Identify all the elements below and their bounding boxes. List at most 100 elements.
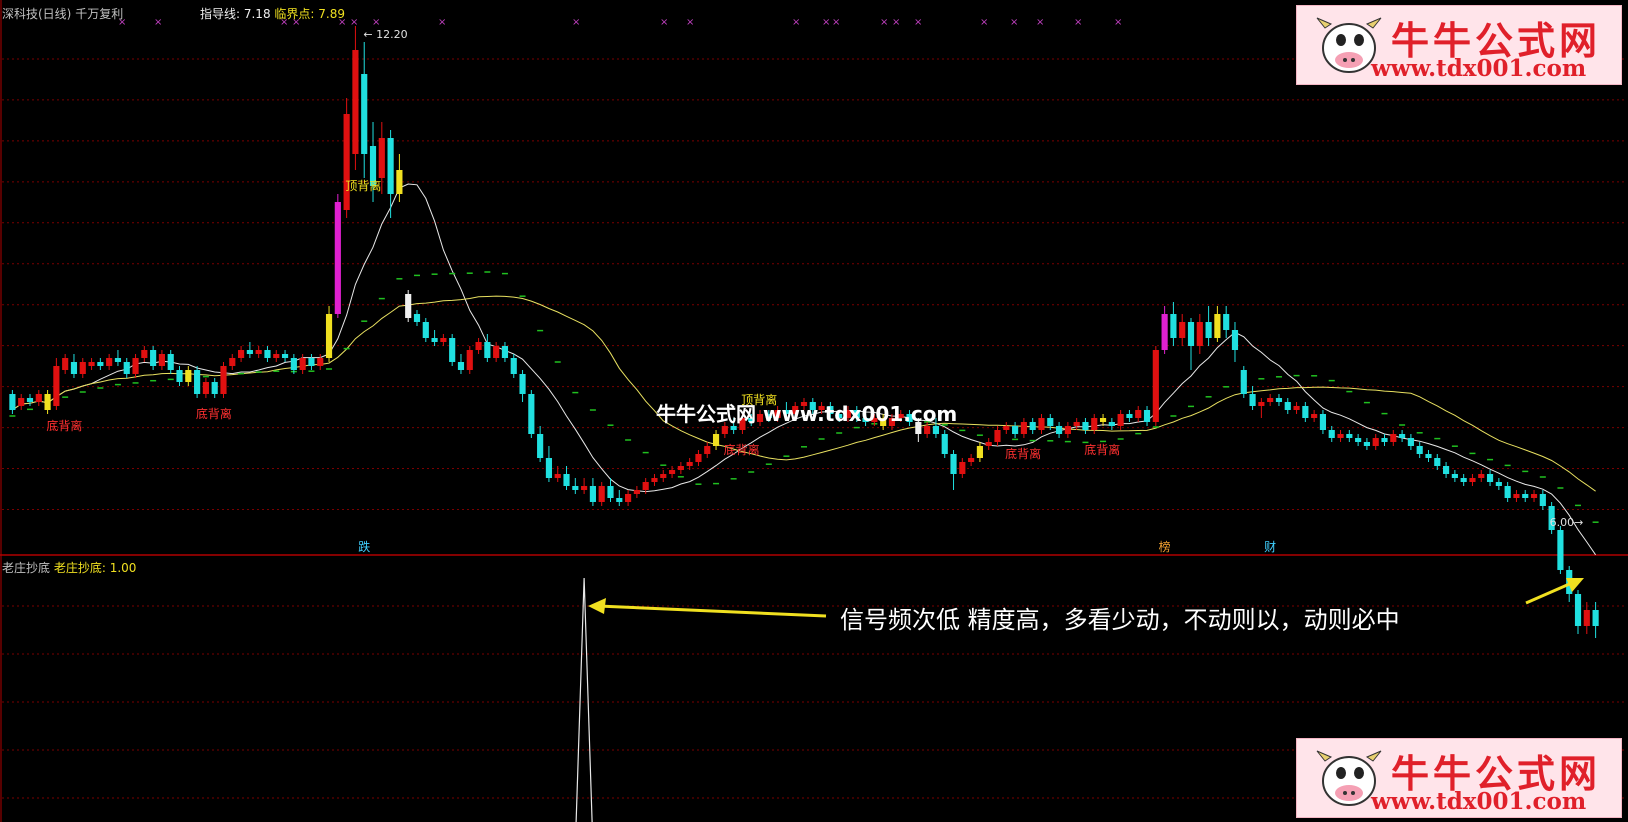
candle-body (668, 470, 676, 474)
candle-body (431, 338, 438, 342)
candle-body (1328, 430, 1335, 438)
candle-body (642, 482, 649, 490)
candle-body (1416, 446, 1423, 454)
candle-body (985, 442, 992, 446)
candle-body (281, 354, 289, 358)
price-low-label: 6.00→ (1550, 516, 1584, 529)
candle-body (317, 358, 324, 366)
candle-body (1020, 422, 1027, 434)
candle-body (62, 358, 69, 370)
divergence-label: 底背离 (46, 418, 82, 433)
candle-body (1187, 322, 1195, 346)
signal-x-marker: × (980, 17, 988, 28)
candle-body (413, 314, 421, 322)
candle-body (1302, 406, 1309, 418)
signal-x-marker: × (154, 17, 162, 28)
bottom-marker: 财 (1264, 540, 1276, 554)
signal-x-marker: × (1074, 17, 1082, 28)
candle-body (704, 446, 711, 454)
candle-body (686, 462, 693, 466)
candle-body (466, 350, 473, 370)
candle-body (589, 486, 596, 502)
candle-body (1108, 422, 1115, 426)
candle-body (264, 350, 271, 358)
signal-x-marker: × (438, 17, 446, 28)
candle-body (1055, 426, 1063, 434)
signal-x-marker: × (792, 17, 800, 28)
candle-body (273, 354, 280, 358)
indicator-spike (575, 577, 593, 822)
center-watermark: 牛牛公式网 www.tdx001.com (656, 402, 958, 426)
candle-body (106, 358, 113, 366)
signal-x-marker: × (914, 17, 922, 28)
signal-x-marker: × (1036, 17, 1044, 28)
candle-body (1038, 418, 1045, 430)
arrow-left-head (588, 598, 606, 614)
candle-body (712, 434, 720, 446)
sub-panel-title: 老庄抄底 老庄抄底: 1.00 (2, 561, 137, 575)
candle-body (343, 114, 350, 210)
candle-body (1249, 394, 1256, 406)
candle-body (545, 458, 553, 478)
candle-body (493, 346, 500, 358)
candle-body (1135, 410, 1142, 418)
candle-body (440, 338, 447, 342)
candle-body (1372, 438, 1379, 446)
candle-body (501, 346, 509, 358)
candle-body (1047, 418, 1054, 426)
candle-body (1275, 398, 1283, 402)
candle-body (1284, 402, 1291, 410)
candle-body (185, 370, 192, 382)
candle-body (26, 398, 34, 402)
candle-body (1223, 314, 1230, 330)
candle-body (1179, 322, 1186, 338)
candle-body (325, 314, 333, 358)
candle-body (352, 50, 359, 154)
candle-body (150, 350, 157, 366)
signal-x-marker: × (832, 17, 840, 28)
divergence-label: 顶背离 (345, 178, 381, 193)
signal-x-marker: × (1114, 17, 1122, 28)
candle-body (79, 362, 86, 374)
candle-body (510, 358, 517, 374)
signal-x-marker: × (350, 17, 358, 28)
candle-body (976, 446, 983, 458)
candle-body (537, 434, 544, 458)
candle-body (651, 478, 658, 482)
candle-body (695, 454, 702, 462)
candle-body (932, 426, 940, 434)
candle-body (1099, 418, 1107, 422)
candle-body (1073, 422, 1080, 426)
candle-body (1143, 410, 1151, 422)
candle-body (1064, 426, 1071, 434)
candle-body (9, 394, 16, 410)
candle-body (1311, 414, 1318, 418)
divergence-label: 底背离 (1084, 442, 1120, 457)
signal-x-marker: × (822, 17, 830, 28)
candle-body (176, 370, 183, 382)
candle-body (70, 362, 78, 374)
candle-body (229, 358, 236, 366)
candle-body (246, 350, 253, 354)
candle-body (1363, 442, 1370, 446)
candle-body (1574, 594, 1582, 626)
candle-body (677, 466, 684, 470)
candle-body (1117, 414, 1124, 426)
divergence-label: 底背离 (196, 406, 232, 421)
candle-body (334, 202, 341, 314)
candle-body (123, 362, 130, 374)
candle-body (1425, 454, 1432, 458)
candle-body (1029, 422, 1036, 430)
signal-x-marker: × (572, 17, 580, 28)
arrow-left (597, 604, 827, 618)
candle-body (1346, 434, 1353, 438)
candle-body (211, 382, 218, 394)
candle-body (220, 366, 227, 394)
candle-body (633, 490, 640, 494)
candle-body (1091, 418, 1098, 430)
candle-body (396, 170, 403, 194)
candle-body (598, 486, 605, 502)
candle-body (1478, 474, 1485, 478)
candle-body (167, 354, 174, 370)
candle-body (1293, 406, 1300, 410)
